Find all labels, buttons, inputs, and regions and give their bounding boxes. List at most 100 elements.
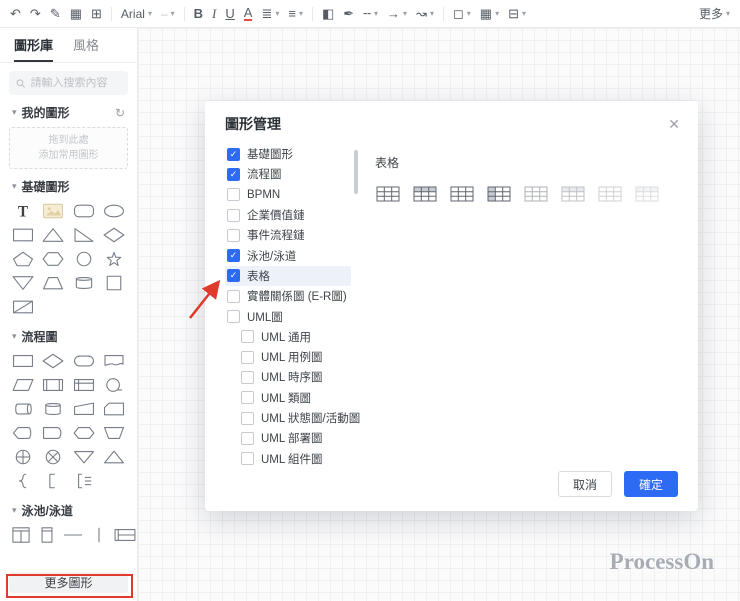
underline-button[interactable]: U — [225, 7, 234, 20]
table-header-column-icon[interactable] — [486, 184, 512, 204]
merge-shape[interactable] — [71, 447, 97, 467]
category-row[interactable]: UML 用例圖 — [225, 347, 351, 367]
display-shape[interactable] — [10, 423, 36, 443]
checkbox-icon[interactable] — [241, 350, 254, 364]
section-swimlane-header[interactable]: ▾ 泳池/泳道 — [0, 495, 137, 522]
tab-style[interactable]: 風格 — [73, 35, 99, 62]
card-shape[interactable] — [101, 399, 127, 419]
trapezoid-shape[interactable] — [40, 273, 66, 293]
section-my-shapes-header[interactable]: ▾ 我的圖形 ↻ — [0, 97, 137, 124]
table-light-1-icon[interactable] — [523, 184, 549, 204]
hexagon-shape[interactable] — [40, 249, 66, 269]
database-shape[interactable] — [40, 399, 66, 419]
category-row[interactable]: 實體關係圖 (E-R圖) — [225, 286, 351, 306]
direct-data-shape[interactable] — [10, 399, 36, 419]
horizontal-pool-shape[interactable] — [112, 525, 138, 545]
table-bold-grid-icon[interactable] — [449, 184, 475, 204]
table-header-row-icon[interactable] — [412, 184, 438, 204]
category-row[interactable]: UML 類圖 — [225, 388, 351, 408]
table-light-3-icon[interactable] — [597, 184, 623, 204]
more-button[interactable]: 更多 ▾ — [699, 5, 730, 22]
manual-input-shape[interactable] — [71, 399, 97, 419]
connector-type-button[interactable]: ↝ ▾ — [416, 7, 434, 20]
vertical-lane-shape[interactable] — [34, 525, 60, 545]
checkbox-checked-icon[interactable]: ✓ — [227, 249, 240, 263]
rounded-rect-shape[interactable] — [71, 201, 97, 221]
manual-operation-shape[interactable] — [101, 423, 127, 443]
font-color-button[interactable]: A — [243, 6, 253, 21]
sequential-data-shape[interactable] — [101, 375, 127, 395]
layout-button[interactable]: ⊟ ▾ — [508, 7, 526, 20]
modal-scrollbar[interactable] — [354, 150, 358, 194]
section-flowchart-header[interactable]: ▾ 流程圖 — [0, 321, 137, 348]
category-row[interactable]: ✓ 流程圖 — [225, 164, 351, 184]
shape-style-button[interactable]: ◻ ▾ — [453, 7, 471, 20]
checkbox-checked-icon[interactable]: ✓ — [227, 147, 240, 161]
internal-storage-shape[interactable] — [71, 375, 97, 395]
arrow-style-button[interactable]: → ▾ — [387, 7, 407, 20]
font-family-select[interactable]: Arial ▾ — [121, 7, 152, 21]
refresh-icon[interactable]: ↻ — [115, 106, 125, 120]
line-spacing-button[interactable]: ≡ ▾ — [288, 7, 303, 20]
delay-shape[interactable] — [40, 423, 66, 443]
line-style-button[interactable]: ╌ ▾ — [363, 7, 378, 20]
annotation-shape[interactable] — [71, 471, 97, 491]
category-row[interactable]: UML 狀態圖/活動圖 — [225, 408, 360, 428]
close-icon[interactable]: ✕ — [668, 117, 680, 131]
my-shapes-dropzone[interactable]: 拖到此處 添加常用圖形 — [9, 127, 128, 169]
fill-color-button[interactable]: ◧ — [322, 7, 334, 20]
extract-shape[interactable] — [101, 447, 127, 467]
image-shape[interactable] — [40, 201, 66, 221]
document-shape[interactable] — [101, 351, 127, 371]
checkbox-icon[interactable] — [241, 370, 254, 384]
text-align-button[interactable]: ≣ ▾ — [261, 7, 279, 20]
preparation-shape[interactable] — [71, 423, 97, 443]
more-shapes-button[interactable]: 更多圖形 — [9, 572, 128, 593]
ellipse-shape[interactable] — [101, 201, 127, 221]
category-row[interactable]: ✓ 泳池/泳道 — [225, 245, 351, 265]
bold-button[interactable]: B — [194, 7, 203, 20]
theme-button[interactable]: ▦ — [70, 7, 82, 20]
table-plain-icon[interactable] — [375, 184, 401, 204]
category-row[interactable]: BPMN — [225, 185, 351, 205]
data-shape[interactable] — [10, 375, 36, 395]
triangle-shape[interactable] — [40, 225, 66, 245]
category-row[interactable]: UML 部署圖 — [225, 428, 351, 448]
category-row[interactable]: 企業價值鏈 — [225, 205, 351, 225]
category-row[interactable]: UML 時序圖 — [225, 367, 351, 387]
category-row[interactable]: UML 組件圖 — [225, 448, 351, 468]
checkbox-icon[interactable] — [227, 188, 240, 202]
vertical-pool-shape[interactable] — [8, 525, 34, 545]
category-row[interactable]: ✓ 表格 — [225, 265, 351, 287]
undo-button[interactable]: ↶ — [10, 7, 21, 20]
vertical-divider-shape[interactable] — [86, 525, 112, 545]
checkbox-icon[interactable] — [241, 330, 254, 344]
circle-shape[interactable] — [71, 249, 97, 269]
diagonal-rect-shape[interactable] — [10, 297, 36, 317]
checkbox-icon[interactable] — [241, 452, 254, 466]
checkbox-checked-icon[interactable]: ✓ — [227, 167, 240, 181]
process-shape[interactable] — [10, 351, 36, 371]
table-light-2-icon[interactable] — [560, 184, 586, 204]
category-row[interactable]: 事件流程鏈 — [225, 225, 351, 245]
left-bracket-shape[interactable] — [40, 471, 66, 491]
search-input[interactable] — [30, 77, 121, 89]
table-light-4-icon[interactable] — [634, 184, 660, 204]
left-brace-shape[interactable] — [10, 471, 36, 491]
cylinder-shape[interactable] — [71, 273, 97, 293]
checkbox-icon[interactable] — [227, 228, 240, 242]
rect-shape[interactable] — [10, 225, 36, 245]
checkbox-icon[interactable] — [227, 310, 240, 324]
right-triangle-shape[interactable] — [71, 225, 97, 245]
checkbox-icon[interactable] — [241, 391, 254, 405]
text-shape[interactable]: T — [10, 201, 36, 221]
search-box[interactable] — [9, 71, 128, 95]
checkbox-icon[interactable] — [241, 431, 254, 445]
terminator-shape[interactable] — [71, 351, 97, 371]
category-row[interactable]: UML 通用 — [225, 327, 351, 347]
fit-screen-button[interactable]: ⊞ — [91, 7, 102, 20]
summing-junction-shape[interactable] — [40, 447, 66, 467]
tab-shape-library[interactable]: 圖形庫 — [14, 35, 54, 62]
section-basic-header[interactable]: ▾ 基礎圖形 — [0, 171, 137, 198]
format-painter-button[interactable]: ✎ — [50, 7, 61, 20]
